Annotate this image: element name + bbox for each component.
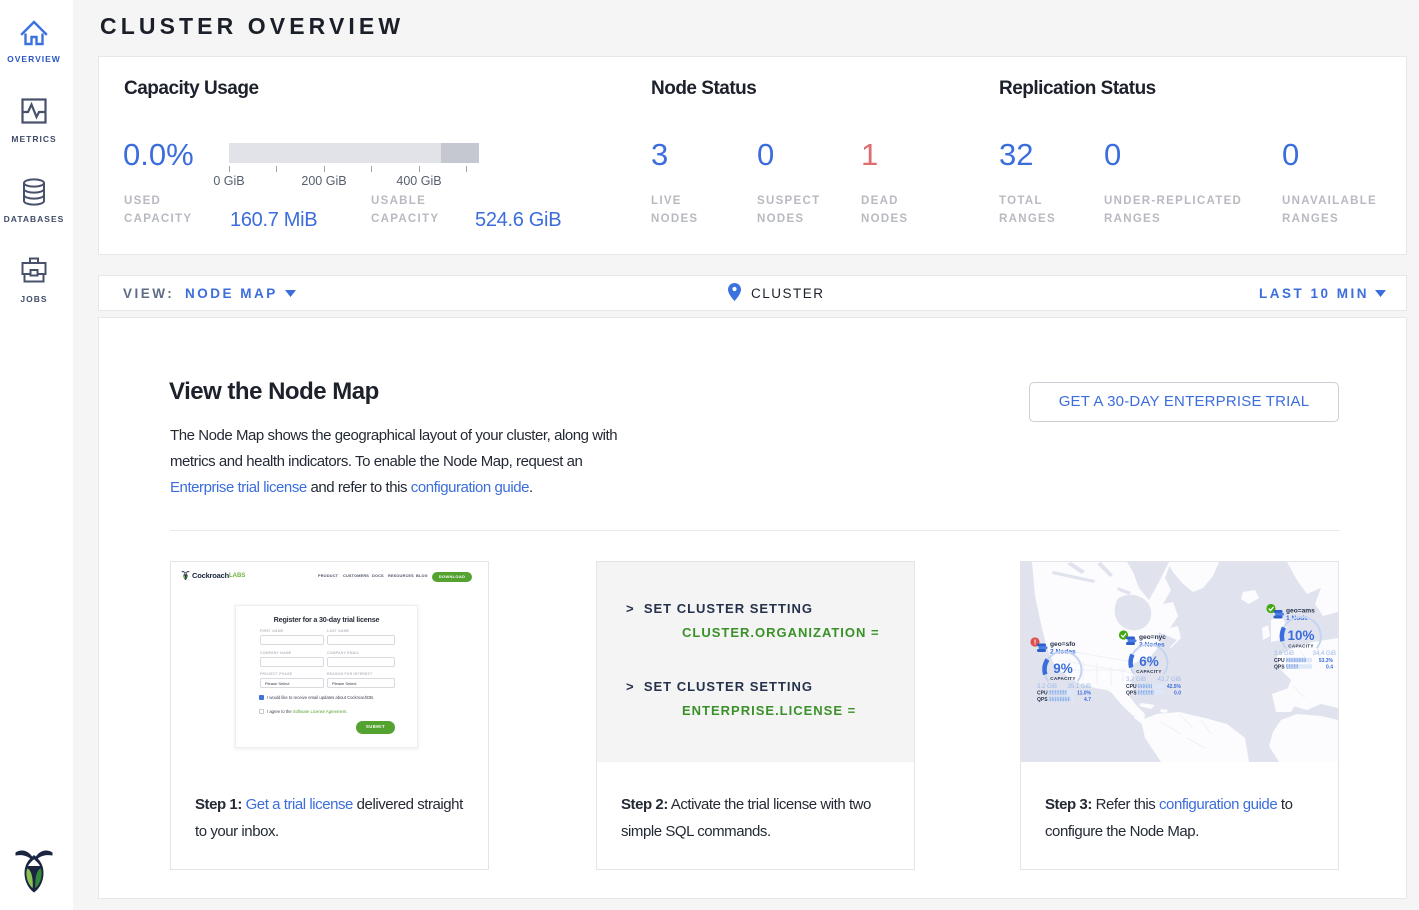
svg-text:!: !: [1034, 640, 1036, 647]
svg-text:43.7 GiB: 43.7 GiB: [1158, 677, 1181, 683]
svg-text:geo=nyc: geo=nyc: [1139, 634, 1166, 641]
svg-text:4.7: 4.7: [1084, 697, 1091, 703]
svg-text:CPU: CPU: [1274, 658, 1285, 664]
svg-text:35.1 GiB: 35.1 GiB: [1068, 684, 1091, 690]
svg-text:CAPACITY: CAPACITY: [1136, 669, 1162, 674]
svg-text:QPS: QPS: [1037, 697, 1048, 703]
svg-text:3.2 GiB: 3.2 GiB: [1037, 684, 1057, 690]
svg-text:geo=sfo: geo=sfo: [1050, 641, 1075, 648]
svg-text:11.0%: 11.0%: [1077, 691, 1091, 697]
svg-text:6%: 6%: [1139, 654, 1159, 669]
svg-text:0.0: 0.0: [1174, 691, 1181, 697]
svg-text:CPU: CPU: [1126, 684, 1137, 690]
svg-text:34.4 GiB: 34.4 GiB: [1313, 651, 1336, 657]
svg-text:53.3%: 53.3%: [1319, 658, 1334, 664]
svg-text:0.4: 0.4: [1326, 665, 1333, 671]
svg-text:10%: 10%: [1287, 628, 1314, 643]
svg-text:CAPACITY: CAPACITY: [1050, 676, 1076, 681]
svg-text:CAPACITY: CAPACITY: [1288, 644, 1314, 649]
svg-text:geo=ams: geo=ams: [1286, 608, 1315, 615]
svg-text:42.5%: 42.5%: [1167, 684, 1182, 690]
svg-text:QPS: QPS: [1274, 665, 1285, 671]
svg-text:9%: 9%: [1053, 661, 1073, 676]
svg-text:CPU: CPU: [1037, 691, 1048, 697]
svg-text:3.7 GiB: 3.7 GiB: [1126, 677, 1146, 683]
svg-text:3.6 GiB: 3.6 GiB: [1274, 651, 1294, 657]
svg-text:QPS: QPS: [1126, 691, 1137, 697]
